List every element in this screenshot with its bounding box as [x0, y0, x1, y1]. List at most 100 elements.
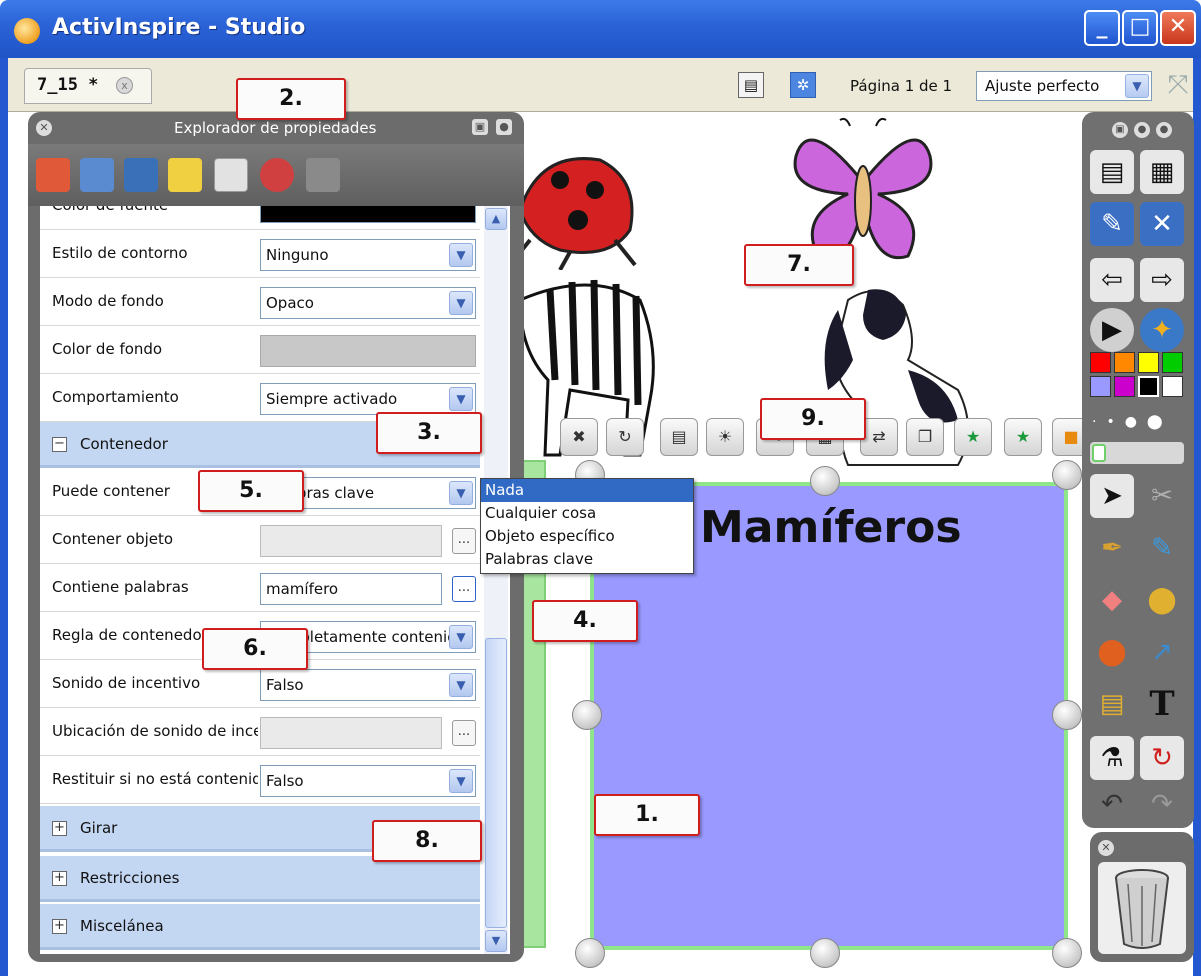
fill-icon[interactable]: ⬤ — [1140, 578, 1184, 622]
properties-icon[interactable]: ▤ — [660, 418, 698, 456]
contains-words-field[interactable]: mamífero — [260, 573, 442, 605]
voting-browser-icon[interactable] — [306, 158, 340, 192]
play-icon[interactable]: ▶ — [1090, 308, 1134, 352]
shape-icon[interactable]: ⬤ — [1090, 630, 1134, 674]
color-swatch-yellow[interactable] — [1138, 352, 1159, 373]
color-swatch-lavender[interactable] — [1090, 376, 1111, 397]
bring-forward-icon[interactable]: ★ — [954, 418, 992, 456]
duplicate-icon[interactable]: ❐ — [906, 418, 944, 456]
dropdown-option[interactable]: Palabras clave — [481, 548, 693, 571]
color-swatch-orange[interactable] — [1114, 352, 1135, 373]
clipart-icon[interactable]: ▤ — [1090, 682, 1134, 726]
dropdown-option[interactable]: Cualquier cosa — [481, 502, 693, 525]
browse-button[interactable]: ... — [452, 576, 476, 602]
close-icon[interactable]: ✕ — [36, 120, 52, 136]
color-swatch-black[interactable] — [1138, 376, 1159, 397]
section-miscelanea[interactable]: + Miscelánea — [40, 904, 480, 950]
color-swatch-red[interactable] — [1090, 352, 1111, 373]
chevron-down-icon[interactable]: ▼ — [449, 243, 473, 267]
color-swatch-green[interactable] — [1162, 352, 1183, 373]
expand-icon[interactable]: + — [52, 821, 67, 836]
profile-icon[interactable]: ▦ — [1140, 150, 1184, 194]
object-browser-icon[interactable] — [124, 158, 158, 192]
redo-icon[interactable]: ↷ — [1140, 782, 1184, 826]
font-color-swatch[interactable] — [260, 206, 476, 223]
resize-handle-bottom[interactable] — [810, 938, 840, 968]
rotate-icon[interactable]: ↻ — [606, 418, 644, 456]
slider-thumb[interactable] — [1092, 444, 1106, 462]
undo-icon[interactable]: ↶ — [1090, 782, 1134, 826]
scroll-up-icon[interactable]: ▲ — [485, 208, 507, 230]
fullscreen-icon[interactable]: ⤧ — [1160, 70, 1196, 102]
send-backward-icon[interactable]: ★ — [1004, 418, 1042, 456]
background-color-swatch[interactable] — [260, 335, 476, 367]
resource-browser-icon[interactable] — [80, 158, 114, 192]
return-if-not-contained-select[interactable]: Falso ▼ — [260, 765, 476, 797]
pen-width-icon[interactable]: ·•●⬤ — [1092, 414, 1186, 434]
tab-close-icon[interactable]: x — [116, 77, 133, 94]
property-browser-icon[interactable] — [214, 158, 248, 192]
highlighter-icon[interactable]: ✎ — [1140, 526, 1184, 570]
chevron-down-icon[interactable]: ▼ — [449, 769, 473, 793]
resize-handle-left[interactable] — [572, 700, 602, 730]
expand-icon[interactable]: + — [52, 919, 67, 934]
text-tool-icon[interactable]: T — [1140, 682, 1184, 726]
browse-button[interactable]: ... — [452, 720, 476, 746]
chevron-down-icon[interactable]: ▼ — [449, 673, 473, 697]
main-menu-icon[interactable]: ▤ — [1090, 150, 1134, 194]
resize-handle-bottom-left[interactable] — [575, 938, 605, 968]
notes-browser-icon[interactable] — [168, 158, 202, 192]
previous-page-icon[interactable]: ⇦ — [1090, 258, 1134, 302]
chevron-down-icon[interactable]: ▼ — [449, 291, 473, 315]
chevron-down-icon[interactable]: ▼ — [449, 481, 473, 505]
expand-icon[interactable]: + — [52, 871, 67, 886]
minimize-button[interactable]: _ — [1084, 10, 1120, 46]
reward-sound-select[interactable]: Falso ▼ — [260, 669, 476, 701]
connector-icon[interactable]: ↗ — [1140, 630, 1184, 674]
dropdown-option[interactable]: Nada — [481, 479, 693, 502]
pin-icon[interactable]: ● — [496, 119, 512, 135]
clear-icon[interactable]: ⚗ — [1090, 736, 1134, 780]
action-browser-icon[interactable] — [260, 158, 294, 192]
width-slider[interactable] — [1090, 442, 1184, 464]
chevron-down-icon[interactable]: ▼ — [449, 625, 473, 649]
collapse-icon[interactable]: ● — [1134, 122, 1150, 138]
color-swatch-white[interactable] — [1162, 376, 1183, 397]
color-swatch-magenta[interactable] — [1114, 376, 1135, 397]
property-scrollbar[interactable]: ▲ ▼ — [484, 206, 508, 954]
designer-mode-icon[interactable]: ✕ — [1140, 202, 1184, 246]
dock-icon[interactable]: ▣ — [472, 119, 488, 135]
pin-icon[interactable]: ● — [1156, 122, 1172, 138]
browse-button[interactable]: ... — [452, 528, 476, 554]
scrollbar-thumb[interactable] — [485, 638, 507, 928]
resize-handle-right[interactable] — [1052, 700, 1082, 730]
chevron-down-icon[interactable]: ▼ — [1125, 74, 1149, 98]
resize-handle-top[interactable] — [810, 466, 840, 496]
handwriting-icon[interactable]: ✎ — [1090, 202, 1134, 246]
close-window-button[interactable]: ✕ — [1160, 10, 1196, 46]
move-icon[interactable]: ✖ — [560, 418, 598, 456]
zoom-select[interactable]: Ajuste perfecto ▼ — [976, 71, 1152, 101]
effects-icon[interactable]: ☀ — [706, 418, 744, 456]
select-pointer-icon[interactable]: ➤ — [1090, 474, 1134, 518]
scroll-down-icon[interactable]: ▼ — [485, 930, 507, 952]
section-restricciones[interactable]: + Restricciones — [40, 856, 480, 902]
resize-handle-top-right[interactable] — [1052, 460, 1082, 490]
tools-icon[interactable]: ✂ — [1140, 474, 1184, 518]
dropdown-option[interactable]: Objeto específico — [481, 525, 693, 548]
pen-icon[interactable]: ✒ — [1090, 526, 1134, 570]
flipchart-switch-icon[interactable]: ✦ — [1140, 308, 1184, 352]
background-icon[interactable]: ✲ — [790, 72, 816, 98]
collapse-icon[interactable]: − — [52, 437, 67, 452]
page-view-icon[interactable]: ▤ — [738, 72, 764, 98]
sound-location-field[interactable] — [260, 717, 442, 749]
outline-style-select[interactable]: Ninguno ▼ — [260, 239, 476, 271]
contain-object-field[interactable] — [260, 525, 442, 557]
background-mode-select[interactable]: Opaco ▼ — [260, 287, 476, 319]
chevron-down-icon[interactable]: ▼ — [449, 387, 473, 411]
reset-page-icon[interactable]: ↻ — [1140, 736, 1184, 780]
trash-bin-icon[interactable] — [1098, 862, 1186, 954]
dock-icon[interactable]: ▣ — [1112, 122, 1128, 138]
next-page-icon[interactable]: ⇨ — [1140, 258, 1184, 302]
behavior-select[interactable]: Siempre activado ▼ — [260, 383, 476, 415]
